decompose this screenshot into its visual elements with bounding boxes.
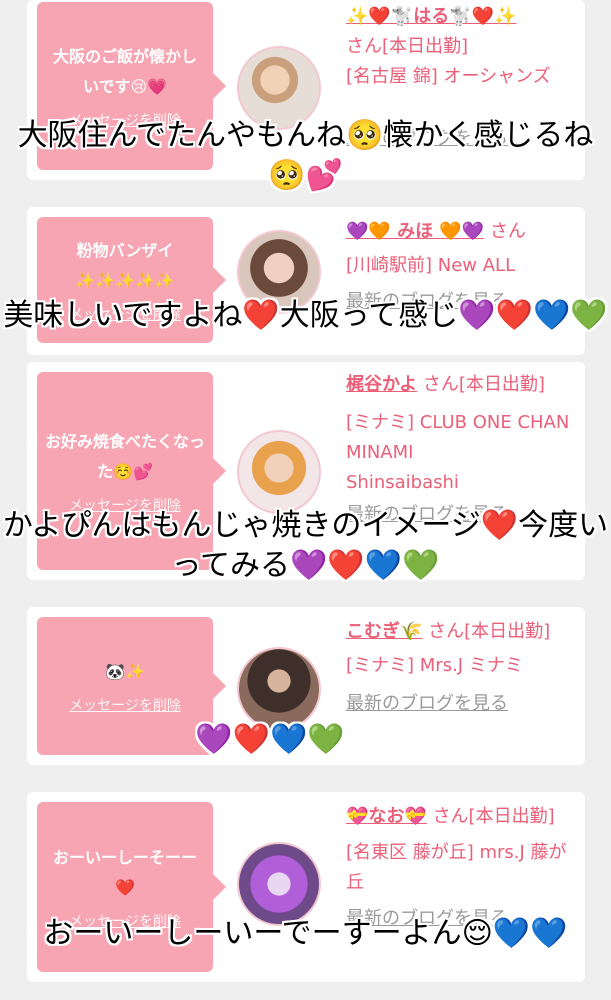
profile-area: [ミナミ] CLUB ONE CHAN MINAMI [346,412,570,463]
profile-name-link[interactable]: こむぎ🌾 [346,621,422,642]
profile-suffix: さん [489,221,526,242]
profile-area-line2: Shinsaibashi [346,472,459,493]
message-text: おーいーしーそーー❤️ [52,848,197,897]
message-text: 大阪のご飯が懐かしいです😢💗 [52,47,197,96]
profile-name-link[interactable]: 💝なお💝 [346,806,427,827]
profile-suffix: さん[本日出勤] [432,806,555,827]
message-text-line2: ✨✨✨✨✨ [75,271,175,290]
overlay-comment: おーいーしーいーでーすーよん😌💙💙 [43,916,568,951]
profile-name-link[interactable]: 梶谷かよ [346,374,417,395]
profile-area: [ミナミ] Mrs.J ミナミ [346,655,523,676]
profile-area: [名東区 藤が丘] mrs.J 藤が丘 [346,842,567,893]
overlay-comment: かよぴんはもんじゃ焼きのイメージ❤️今度いってみる💜❤️💙💚 [2,508,609,583]
message-text: 粉物バンザイ [76,241,174,260]
avatar[interactable] [237,647,321,731]
overlay-comment: 大阪住んでたんやもんね🥺懐かく感じるね🥺💕 [17,118,594,193]
message-text: 🐼✨ [105,662,145,681]
profile-suffix: さん[本日出勤] [428,621,551,642]
overlay-comment: 美味しいですよね❤️大阪って感じ💜❤️💙💚 [3,298,608,333]
profile-info: こむぎ🌾 さん[本日出勤] [ミナミ] Mrs.J ミナミ 最新のブログを見る [346,617,576,719]
overlay-comment: 💜❤️💙💚 [195,722,345,757]
profile-name-link[interactable]: 💜🧡 みほ 🧡💜 [346,221,484,242]
profile-area: [名古屋 錦] オーシャンズ [346,66,551,87]
profile-suffix: さん[本日出勤] [346,36,469,57]
profile-suffix: さん[本日出勤] [422,374,545,395]
message-text: お好み焼食べたくなった☺️💕 [45,432,206,481]
blog-link[interactable]: 最新のブログを見る [346,693,508,714]
profile-name-link[interactable]: ✨❤️🐩はる🐩❤️✨ [346,6,516,27]
profile-area: [川崎駅前] New ALL [346,255,516,276]
avatar[interactable] [237,430,321,514]
delete-message-link[interactable]: メッセージを削除 [69,695,181,715]
